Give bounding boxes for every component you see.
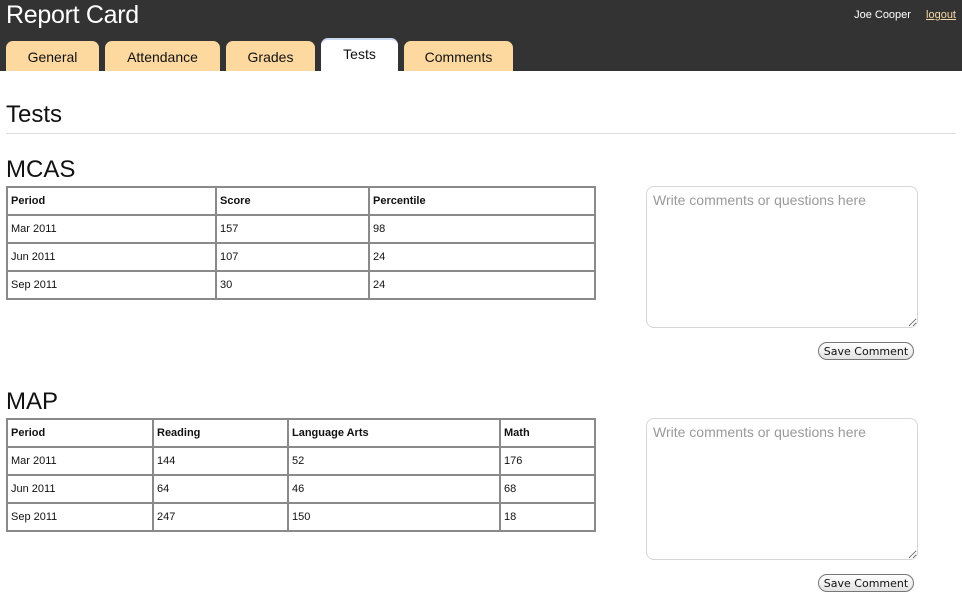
table-cell: Sep 2011 xyxy=(6,270,217,300)
mcas-comment-input[interactable] xyxy=(646,186,918,328)
mcas-save-comment-button[interactable]: Save Comment xyxy=(818,342,914,360)
table-header-row: Period Reading Language Arts Math xyxy=(6,418,596,448)
column-header: Language Arts xyxy=(287,418,501,448)
table-cell: 64 xyxy=(152,474,289,504)
table-cell: 24 xyxy=(368,270,596,300)
map-comment-input[interactable] xyxy=(646,418,918,560)
section-title: MCAS xyxy=(6,156,76,183)
column-header: Score xyxy=(215,186,370,216)
table-cell: Jun 2011 xyxy=(6,242,217,272)
section-mcas: MCAS Period Score Percentile Mar 2011 15… xyxy=(6,156,956,376)
table-cell: 247 xyxy=(152,502,289,532)
table-row: Jun 2011 64 46 68 xyxy=(6,474,596,504)
column-header: Math xyxy=(499,418,596,448)
section-title: MAP xyxy=(6,388,59,415)
app-title: Report Card xyxy=(6,1,139,29)
table-row: Sep 2011 30 24 xyxy=(6,270,596,300)
table-cell: 176 xyxy=(499,446,596,476)
table-cell: 107 xyxy=(215,242,370,272)
table-row: Mar 2011 157 98 xyxy=(6,214,596,244)
tab-tests[interactable]: Tests xyxy=(321,38,398,71)
column-header: Period xyxy=(6,186,217,216)
tab-bar: General Attendance Grades Tests Comments xyxy=(6,38,513,71)
table-cell: Mar 2011 xyxy=(6,446,154,476)
map-save-comment-button[interactable]: Save Comment xyxy=(818,574,914,592)
column-header: Percentile xyxy=(368,186,596,216)
table-header-row: Period Score Percentile xyxy=(6,186,596,216)
main-content: Tests MCAS Period Score Percentile Mar 2… xyxy=(0,101,962,608)
map-table: Period Reading Language Arts Math Mar 20… xyxy=(6,418,596,532)
table-cell: Mar 2011 xyxy=(6,214,217,244)
table-row: Mar 2011 144 52 176 xyxy=(6,446,596,476)
table-row: Jun 2011 107 24 xyxy=(6,242,596,272)
table-cell: 144 xyxy=(152,446,289,476)
table-cell: 98 xyxy=(368,214,596,244)
table-cell: 18 xyxy=(499,502,596,532)
table-cell: 157 xyxy=(215,214,370,244)
table-cell: 68 xyxy=(499,474,596,504)
table-row: Sep 2011 247 150 18 xyxy=(6,502,596,532)
table-cell: Sep 2011 xyxy=(6,502,154,532)
table-cell: 46 xyxy=(287,474,501,504)
page-title: Tests xyxy=(6,101,956,134)
column-header: Period xyxy=(6,418,154,448)
mcas-table: Period Score Percentile Mar 2011 157 98 … xyxy=(6,186,596,300)
tab-grades[interactable]: Grades xyxy=(226,41,315,71)
table-cell: 24 xyxy=(368,242,596,272)
tab-general[interactable]: General xyxy=(6,41,99,71)
user-name: Joe Cooper xyxy=(854,9,911,21)
table-cell: 30 xyxy=(215,270,370,300)
section-map: MAP Period Reading Language Arts Math Ma… xyxy=(6,388,956,608)
tab-attendance[interactable]: Attendance xyxy=(105,41,220,71)
top-bar: Report Card Joe Cooper logout General At… xyxy=(0,0,962,71)
table-cell: 52 xyxy=(287,446,501,476)
tab-comments[interactable]: Comments xyxy=(404,41,513,71)
column-header: Reading xyxy=(152,418,289,448)
table-cell: Jun 2011 xyxy=(6,474,154,504)
table-cell: 150 xyxy=(287,502,501,532)
user-area: Joe Cooper logout xyxy=(854,9,956,21)
logout-link[interactable]: logout xyxy=(926,9,956,21)
